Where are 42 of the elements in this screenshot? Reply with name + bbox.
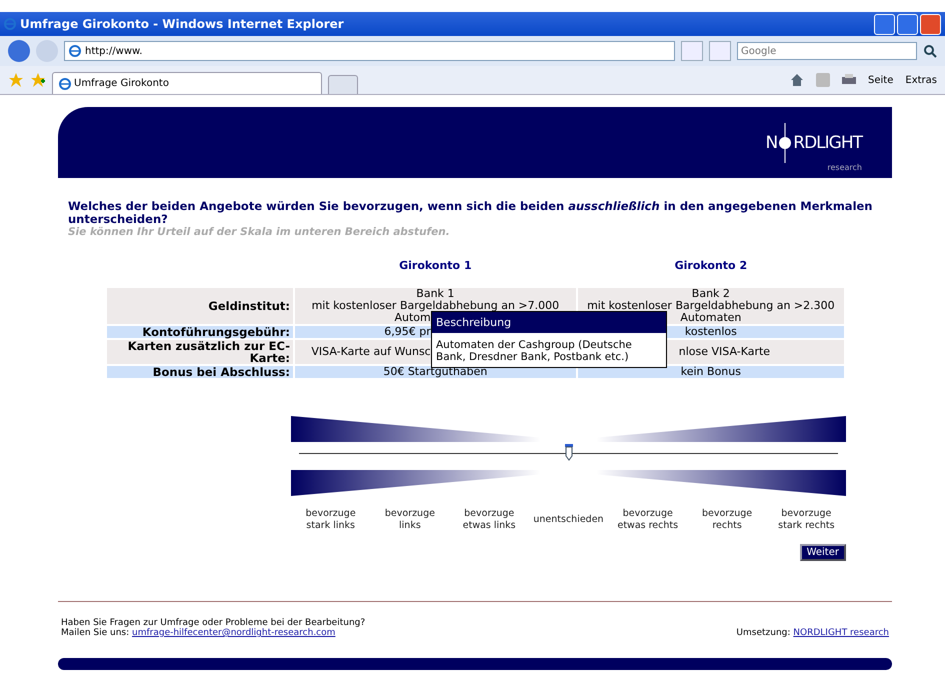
window-title: Umfrage Girokonto - Windows Internet Explorer [20, 17, 344, 31]
toolbar-menu[interactable]: Seite [868, 74, 894, 86]
credit-link[interactable]: NORDLIGHT research [793, 628, 889, 638]
column-header: Girokonto 1 [398, 258, 473, 274]
footer-text: Mailen Sie uns: [61, 628, 130, 638]
row-label: Geldinstitut: [107, 288, 293, 324]
row-label: Bonus bei Abschluss: [107, 366, 293, 378]
scale-label: bevorzuge stark rechts [777, 508, 836, 532]
toolbar-menu[interactable]: Extras [905, 74, 937, 86]
logo-text: RDLIGHT [793, 133, 862, 153]
search-field[interactable]: Google [737, 42, 917, 60]
next-button[interactable]: Weiter [800, 544, 846, 561]
slider-thumb[interactable] [564, 444, 574, 462]
scale-label: unentschieden [532, 514, 605, 526]
add-favorite-icon[interactable] [30, 72, 46, 88]
logo-text: N [766, 133, 778, 153]
maximize-button[interactable] [897, 14, 918, 34]
home-icon[interactable] [790, 73, 804, 87]
back-button[interactable] [8, 40, 30, 62]
table-cell: kein Bonus [578, 366, 844, 378]
row-label: Kontoführungsgebühr: [107, 326, 293, 338]
browser-tab[interactable]: Umfrage Girokonto [52, 72, 322, 94]
email-link[interactable]: umfrage-hilfecenter@nordlight-research.com [132, 628, 336, 638]
scale-label: bevorzuge links [384, 508, 436, 532]
hint-text: Sie können Ihr Urteil auf der Skala im unteren Bereich abstufen. [68, 226, 451, 238]
address-field[interactable]: http://www. [64, 41, 675, 61]
minimize-button[interactable] [874, 14, 895, 34]
footer-text: Umsetzung: [736, 628, 790, 638]
column-header: Girokonto 2 [674, 258, 748, 274]
scale-label: bevorzuge rechts [701, 508, 754, 532]
logo-subtitle: research [827, 163, 862, 172]
row-label: Karten zusätzlich zur EC-Karte: [107, 340, 293, 364]
scale-label: bevorzuge stark links [304, 508, 357, 532]
question-text: Welches der beiden Angebote würden Sie bevorzugen, wenn sich die beiden ausschließlich in den angegebenen Merkmalen unterscheiden? [68, 200, 874, 226]
scale-label: bevorzuge etwas links [462, 508, 517, 532]
print-icon[interactable] [842, 73, 856, 87]
tooltip-title: Beschreibung [432, 312, 666, 333]
footer-text: Haben Sie Fragen zur Umfrage oder Probleme bei der Bearbeitung? [61, 618, 366, 628]
search-icon[interactable] [923, 44, 937, 58]
table-cell: 50€ Startguthaben [295, 366, 576, 378]
close-button[interactable] [920, 14, 941, 34]
scale-label: bevorzuge etwas rechts [616, 508, 680, 532]
